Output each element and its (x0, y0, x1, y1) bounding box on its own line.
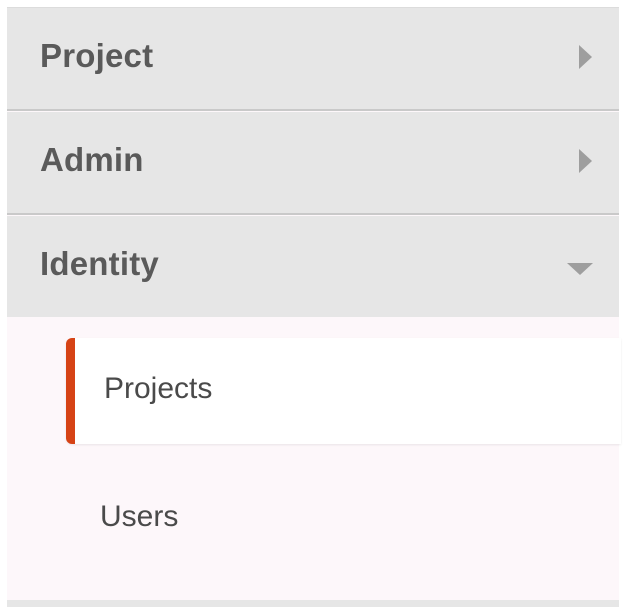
nav-section-admin[interactable]: Admin (7, 112, 619, 215)
nav-item-projects[interactable]: Projects (66, 338, 621, 444)
chevron-down-icon (567, 263, 593, 275)
nav-section-project[interactable]: Project (7, 8, 619, 111)
nav-item-users-label: Users (100, 500, 179, 533)
chevron-right-icon (579, 149, 592, 173)
chevron-right-icon (579, 45, 592, 69)
nav-section-project-label: Project (40, 37, 154, 74)
nav-section-identity[interactable]: Identity (7, 216, 619, 319)
nav-section-admin-label: Admin (40, 141, 144, 178)
nav-item-projects-label: Projects (104, 372, 213, 405)
nav-item-users[interactable]: Users (66, 480, 612, 560)
nav-section-identity-label: Identity (40, 245, 159, 282)
